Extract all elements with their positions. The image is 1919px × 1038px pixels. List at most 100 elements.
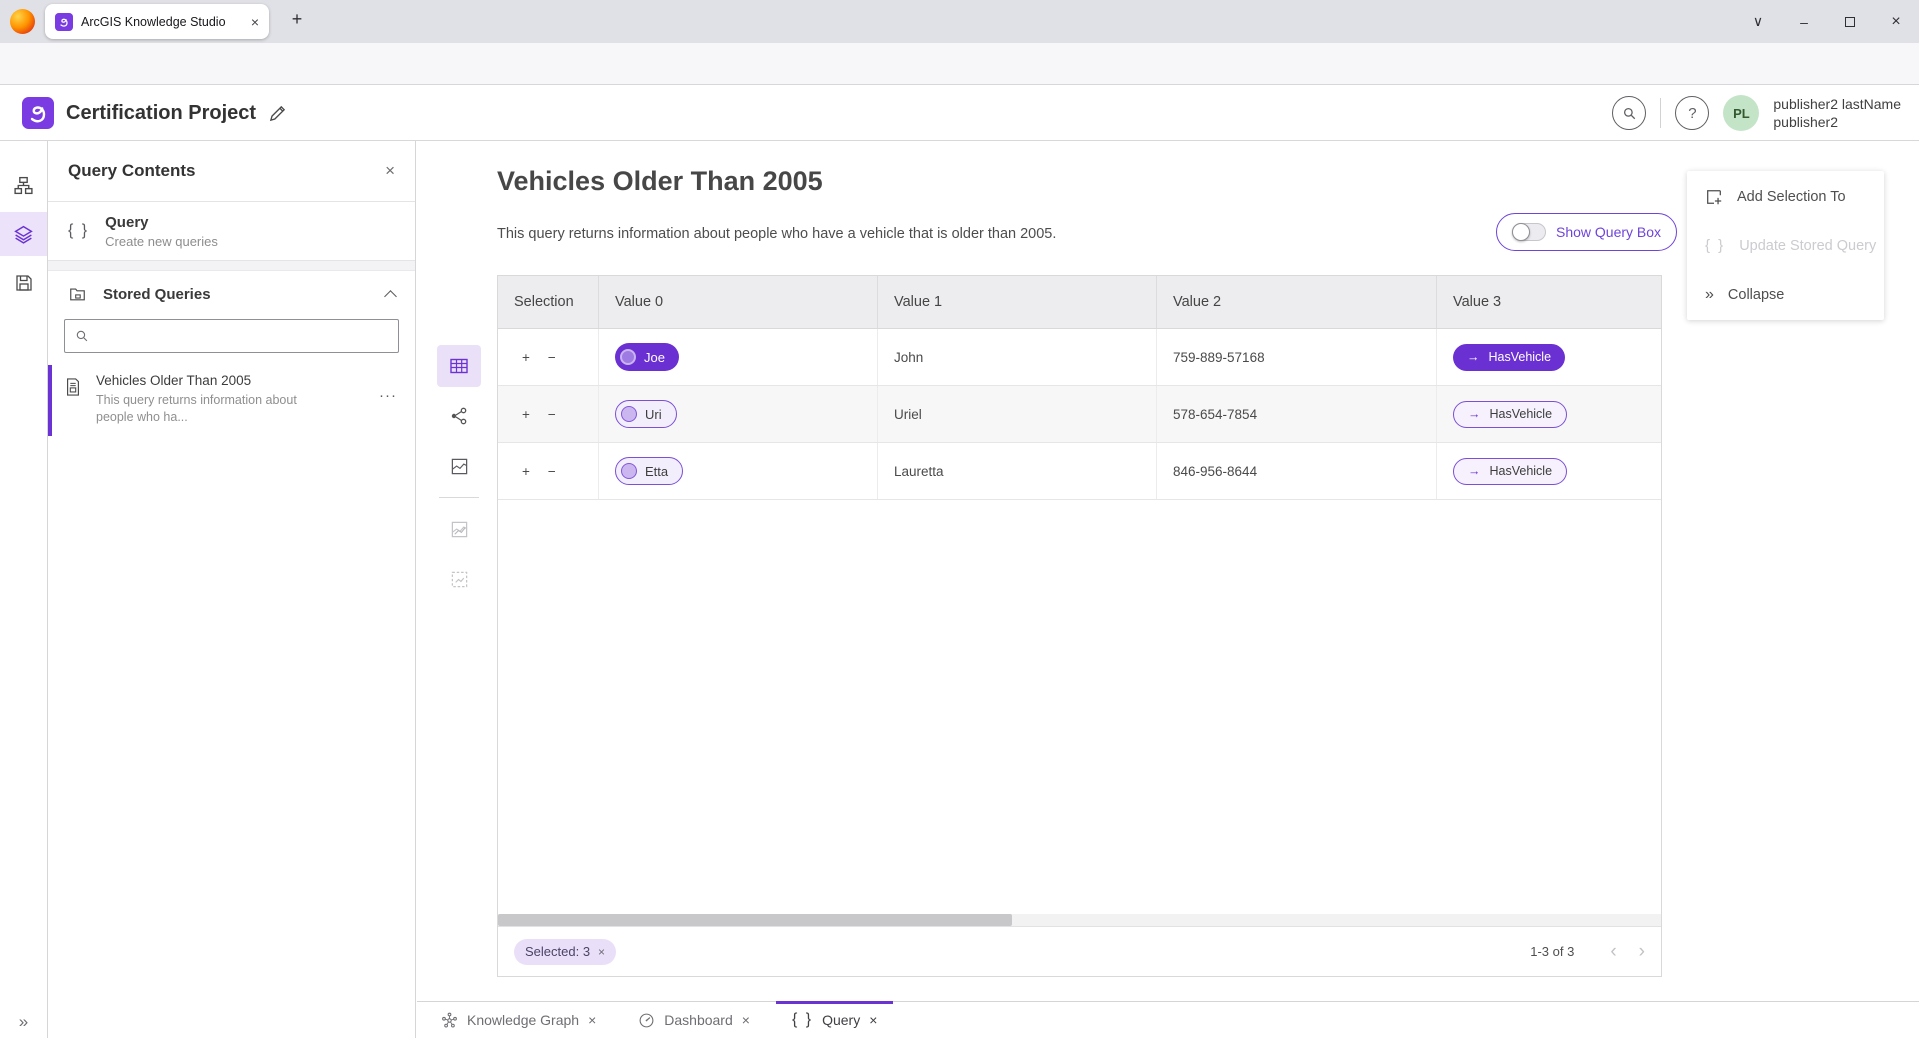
stored-queries-header[interactable]: Stored Queries [48,271,415,317]
next-page-icon[interactable]: › [1639,942,1645,961]
cell-phone: 578-654-7854 [1157,386,1437,442]
relationship-pill[interactable]: →HasVehicle [1453,344,1565,371]
col-value2[interactable]: Value 2 [1157,276,1437,328]
edit-title-icon[interactable] [268,104,287,123]
tab-close-icon[interactable]: × [588,1012,596,1028]
show-query-box-toggle[interactable]: Show Query Box [1496,213,1677,251]
relationship-pill[interactable]: →HasVehicle [1453,401,1567,428]
browser-tab-strip: ArcGIS Knowledge Studio × + ∨ – × [0,0,1919,43]
user-name[interactable]: publisher2 lastName publisher2 [1773,95,1901,131]
entity-pill[interactable]: Joe [615,343,679,371]
window-maximize-button[interactable] [1827,14,1873,30]
panel-close-icon[interactable]: × [385,161,395,181]
expand-rail-icon[interactable]: » [0,1012,47,1032]
pagination-range: 1-3 of 3 [1530,944,1574,959]
braces-icon: { } [68,222,89,240]
cell-phone: 846-956-8644 [1157,443,1437,499]
active-tab-indicator [776,1001,893,1004]
search-input[interactable] [97,329,388,344]
table-row[interactable]: + − Joe John 759-889-57168 →HasVehicle [498,329,1661,386]
entity-dot-icon [621,406,637,422]
contents-rail-button[interactable] [0,212,47,256]
panel-section-gap [48,261,415,271]
new-query-title: Query [105,214,218,231]
stored-query-item[interactable]: Vehicles Older Than 2005 This query retu… [48,365,415,436]
cell-name: Uriel [878,386,1157,442]
window-close-button[interactable]: × [1873,13,1919,31]
entity-pill[interactable]: Uri [615,400,677,428]
stored-query-desc: This query returns information about peo… [96,392,311,426]
col-selection[interactable]: Selection [498,276,599,328]
cell-name: John [878,329,1157,385]
map-icon [450,457,469,476]
chevron-up-icon[interactable] [384,290,397,303]
remove-selection-icon[interactable]: − [548,464,556,479]
new-tab-button[interactable]: + [284,9,310,30]
cell-phone: 759-889-57168 [1157,329,1437,385]
table-footer: Selected: 3 × 1-3 of 3 ‹ › [498,926,1661,976]
selected-count-chip[interactable]: Selected: 3 × [514,939,616,965]
entity-pill[interactable]: Etta [615,457,683,485]
remove-selection-icon[interactable]: − [548,407,556,422]
tab-label: Query [822,1012,860,1028]
select-area-button[interactable] [437,558,481,600]
firefox-icon[interactable] [10,9,35,34]
panel-title: Query Contents [68,161,385,181]
col-value1[interactable]: Value 1 [878,276,1157,328]
table-header-row: Selection Value 0 Value 1 Value 2 Value … [498,276,1661,329]
link-chart-view-button[interactable] [437,395,481,437]
stored-queries-search[interactable] [64,319,399,353]
tab-dashboard[interactable]: Dashboard × [622,1002,766,1038]
add-to-map-button[interactable] [437,508,481,550]
tab-close-icon[interactable]: × [742,1012,750,1028]
query-result-description: This query returns information about peo… [497,226,1056,242]
col-value0[interactable]: Value 0 [599,276,878,328]
arrow-right-icon: → [1468,407,1481,421]
braces-icon: { } [792,1011,813,1029]
tab-close-icon[interactable]: × [251,15,259,29]
cell-name: Lauretta [878,443,1157,499]
relationship-pill[interactable]: →HasVehicle [1453,458,1567,485]
arcgis-knowledge-logo [22,97,54,129]
map-view-button[interactable] [437,445,481,487]
menu-item-update-stored-query: { } Update Stored Query [1687,221,1884,270]
table-view-button[interactable] [437,345,481,387]
col-value3[interactable]: Value 3 [1437,276,1661,328]
remove-selection-icon[interactable]: − [548,350,556,365]
table-row[interactable]: + − Etta Lauretta 846-956-8644 →HasVehic… [498,443,1661,500]
left-rail: » [0,141,48,1038]
search-icon [1622,106,1637,121]
previous-page-icon[interactable]: ‹ [1610,942,1616,961]
new-query-item[interactable]: { } Query Create new queries [48,202,415,261]
app-header: Certification Project ? PL publisher2 la… [0,85,1919,141]
table-row[interactable]: + − Uri Uriel 578-654-7854 →HasVehicle [498,386,1661,443]
scrollbar-thumb[interactable] [498,914,1012,926]
add-selection-icon[interactable]: + [522,350,530,365]
table-icon [449,356,469,376]
menu-item-add-selection-to[interactable]: Add Selection To [1687,172,1884,221]
menu-item-collapse[interactable]: » Collapse [1687,270,1884,319]
add-selection-icon[interactable]: + [522,407,530,422]
tab-close-icon[interactable]: × [869,1012,877,1028]
item-options-icon[interactable]: ··· [379,387,397,404]
tab-query[interactable]: { } Query × [776,1002,893,1038]
tab-list-icon[interactable]: ∨ [1735,13,1781,30]
browser-tab-title: ArcGIS Knowledge Studio [81,15,243,29]
help-button[interactable]: ? [1675,96,1709,130]
query-result-title: Vehicles Older Than 2005 [497,166,823,197]
save-rail-button[interactable] [0,261,47,305]
header-divider [1660,98,1661,128]
toggle-switch[interactable] [1512,223,1546,241]
horizontal-scrollbar[interactable] [498,914,1661,926]
window-minimize-button[interactable]: – [1781,14,1827,30]
clear-selection-icon[interactable]: × [598,945,605,959]
search-icon [75,329,89,343]
entity-dot-icon [621,463,637,479]
browser-tab[interactable]: ArcGIS Knowledge Studio × [45,4,269,39]
save-icon [14,273,34,293]
tab-knowledge-graph[interactable]: Knowledge Graph × [425,1002,612,1038]
add-selection-icon[interactable]: + [522,464,530,479]
data-model-rail-button[interactable] [0,163,47,207]
search-button[interactable] [1612,96,1646,130]
user-avatar[interactable]: PL [1723,95,1759,131]
